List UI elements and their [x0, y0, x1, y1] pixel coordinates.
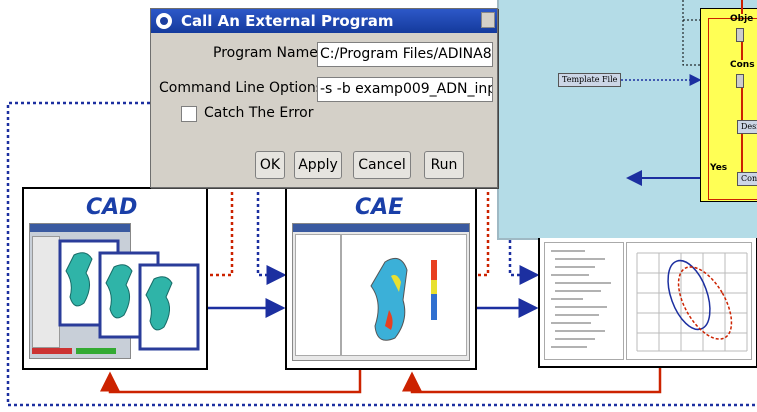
template-file-button[interactable]: Template File [558, 73, 622, 87]
dialog-title: Call An External Program [181, 12, 394, 30]
call-external-program-dialog: Call An External Program Program Name C:… [150, 8, 498, 188]
app-icon [156, 13, 172, 29]
constraint-label: Cons [730, 60, 755, 70]
apply-button[interactable]: Apply [294, 151, 342, 179]
dialog-title-bar[interactable]: Call An External Program [151, 9, 497, 33]
program-name-field[interactable]: C:/Program Files/ADINA8 [317, 42, 493, 67]
objective-label: Obje [730, 14, 754, 24]
cad-panel: CAD [22, 187, 208, 370]
cancel-button[interactable]: Cancel [353, 151, 411, 179]
cae-screenshot [292, 223, 470, 361]
command-line-options-label: Command Line Options [159, 80, 324, 96]
result-plot [626, 242, 752, 360]
command-line-options-field[interactable]: -s -b examp009_ADN_inp [317, 77, 493, 102]
cad-part-icons [58, 239, 200, 351]
run-button[interactable]: Run [424, 151, 464, 179]
analysis-panel [538, 238, 757, 368]
objective-slider[interactable] [736, 28, 744, 42]
program-name-label: Program Name [213, 45, 318, 61]
cae-panel: CAE [285, 187, 477, 370]
design-button[interactable]: Desig [737, 120, 757, 134]
catch-error-checkbox[interactable] [181, 106, 197, 122]
convergence-button[interactable]: Conv [737, 172, 757, 186]
yes-label: Yes [710, 163, 728, 173]
code-listing [544, 242, 624, 360]
ok-button[interactable]: OK [255, 151, 285, 179]
constraint-slider[interactable] [736, 74, 744, 88]
catch-error-label: Catch The Error [204, 105, 314, 121]
cae-title: CAE [355, 195, 404, 220]
minimize-button[interactable] [481, 12, 495, 28]
